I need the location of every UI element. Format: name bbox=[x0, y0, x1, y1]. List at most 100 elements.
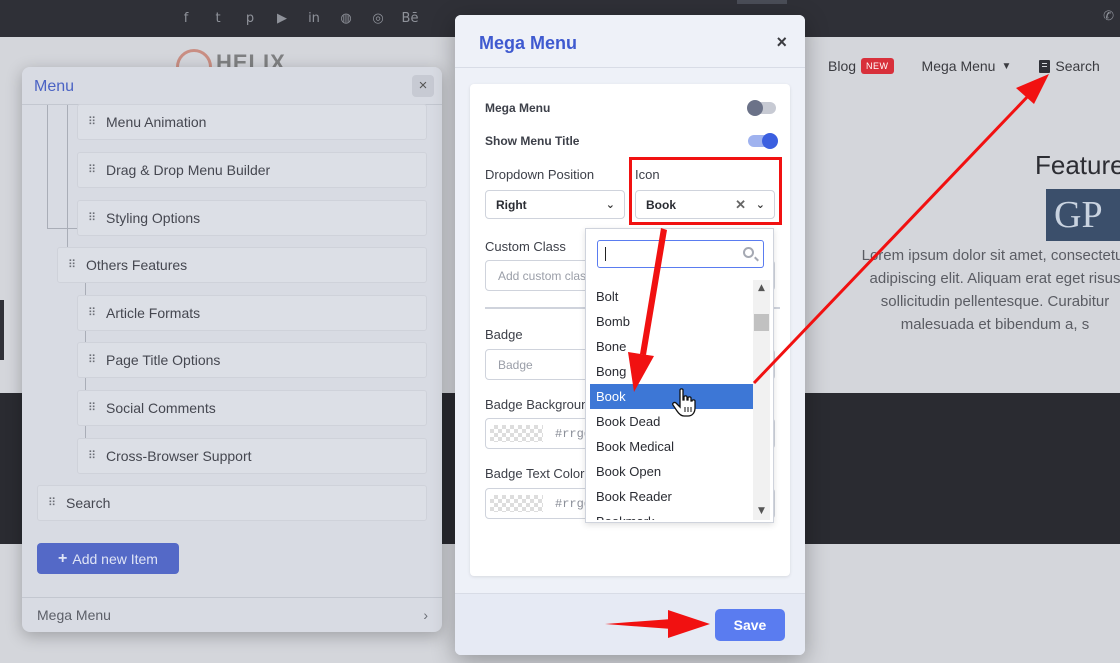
drag-handle-icon[interactable]: ⠿ bbox=[68, 259, 78, 271]
dribbble-icon[interactable]: ◍ bbox=[336, 9, 356, 29]
list-item[interactable]: Bong bbox=[590, 359, 753, 384]
nav-mega-menu-label: Mega Menu bbox=[921, 58, 996, 74]
icon-dropdown: Bolt Bomb Bone Bong Book Book Dead Book … bbox=[585, 228, 774, 523]
custom-class-placeholder: Add custom class bbox=[498, 268, 593, 283]
save-button[interactable]: Save bbox=[715, 609, 785, 641]
list-item[interactable]: Book Medical bbox=[590, 434, 753, 459]
toggle-knob bbox=[747, 100, 763, 116]
show-menu-title-toggle[interactable] bbox=[748, 133, 778, 149]
drag-handle-icon[interactable]: ⠿ bbox=[88, 354, 98, 366]
list-item[interactable]: Bone bbox=[590, 334, 753, 359]
scrollbar-thumb[interactable] bbox=[754, 314, 769, 331]
hand-cursor-icon bbox=[672, 388, 696, 417]
plus-icon: + bbox=[58, 549, 68, 567]
new-badge: NEW bbox=[861, 58, 894, 74]
menu-item-label: Article Formats bbox=[106, 305, 201, 321]
youtube-icon[interactable]: ▶ bbox=[272, 9, 292, 29]
custom-class-label: Custom Class bbox=[485, 239, 566, 254]
nav-item-mega-menu[interactable]: Mega Menu ▼ bbox=[922, 58, 1012, 74]
feature-heading: Feature bbox=[1035, 150, 1120, 180]
menu-footer-label: Mega Menu bbox=[37, 607, 111, 623]
drag-handle-icon[interactable]: ⠿ bbox=[88, 307, 98, 319]
list-item[interactable]: ⠿ Drag & Drop Menu Builder bbox=[77, 152, 427, 188]
drag-handle-icon[interactable]: ⠿ bbox=[48, 497, 58, 509]
twitter-icon[interactable]: t bbox=[208, 9, 228, 29]
menu-tree: ⠿ Menu Animation ⠿ Drag & Drop Menu Buil… bbox=[22, 104, 442, 545]
chevron-right-icon: › bbox=[423, 607, 428, 623]
list-item[interactable]: ⠿ Others Features bbox=[57, 247, 427, 283]
drag-handle-icon[interactable]: ⠿ bbox=[88, 450, 98, 462]
left-strip bbox=[0, 300, 4, 360]
menu-item-label: Menu Animation bbox=[106, 114, 207, 130]
list-item[interactable]: Bookmark bbox=[590, 509, 753, 520]
list-item[interactable]: Book Open bbox=[590, 459, 753, 484]
modal-footer: Save bbox=[455, 593, 805, 655]
menu-item-label: Styling Options bbox=[106, 210, 201, 226]
drag-handle-icon[interactable]: ⠿ bbox=[88, 164, 98, 176]
menu-item-label: Social Comments bbox=[106, 400, 216, 416]
menu-item-label: Search bbox=[66, 495, 111, 511]
badge-background-label: Badge Background bbox=[485, 397, 596, 412]
menu-item-label: Cross-Browser Support bbox=[106, 448, 252, 464]
mega-menu-toggle[interactable] bbox=[747, 100, 776, 116]
behance-icon[interactable]: Bē bbox=[400, 9, 420, 29]
scrollbar[interactable]: ▲ ▼ bbox=[753, 280, 770, 520]
menu-panel-title: Menu bbox=[34, 78, 75, 95]
close-icon[interactable]: × bbox=[776, 32, 787, 53]
tree-line bbox=[47, 228, 79, 229]
search-icon bbox=[743, 247, 754, 258]
badge-label: Badge bbox=[485, 327, 523, 342]
pinterest-icon[interactable]: p bbox=[240, 9, 260, 29]
text-caret bbox=[605, 247, 606, 261]
list-item[interactable]: ⠿ Social Comments bbox=[77, 390, 427, 426]
menu-item-label: Page Title Options bbox=[106, 352, 221, 368]
menu-item-label: Others Features bbox=[86, 257, 188, 273]
close-icon[interactable]: × bbox=[412, 75, 434, 97]
chevron-down-icon: ⌄ bbox=[605, 198, 615, 211]
color-swatch[interactable] bbox=[490, 425, 543, 442]
dropdown-position-select[interactable]: Right ⌄ bbox=[485, 190, 625, 219]
nav-search-label: Search bbox=[1055, 58, 1100, 74]
color-swatch[interactable] bbox=[490, 495, 543, 512]
list-item[interactable]: ⠿ Search bbox=[37, 485, 427, 521]
list-item[interactable]: ⠿ Menu Animation bbox=[77, 104, 427, 140]
drag-handle-icon[interactable]: ⠿ bbox=[88, 212, 98, 224]
dropdown-position-label: Dropdown Position bbox=[485, 167, 595, 182]
add-new-item-button[interactable]: + Add new Item bbox=[37, 543, 179, 574]
linkedin-icon[interactable]: in bbox=[304, 9, 324, 29]
menu-panel: Menu × ⠿ Menu Animation ⠿ Drag & Drop Me… bbox=[22, 67, 442, 632]
tree-line bbox=[47, 105, 48, 228]
nav-blog-label: Blog bbox=[828, 58, 857, 74]
list-item[interactable]: ⠿ Page Title Options bbox=[77, 342, 427, 378]
menu-panel-header: Menu × bbox=[22, 67, 442, 105]
gp-image: GP bbox=[1046, 189, 1120, 241]
drag-handle-icon[interactable]: ⠿ bbox=[88, 116, 98, 128]
list-item[interactable]: ⠿ Cross-Browser Support bbox=[77, 438, 427, 474]
badge-text-color-label: Badge Text Color bbox=[485, 466, 585, 481]
toggle-knob bbox=[762, 133, 778, 149]
list-item[interactable]: ⠿ Article Formats bbox=[77, 295, 427, 331]
topbar-tab bbox=[737, 0, 787, 4]
caret-down-icon: ▼ bbox=[1001, 60, 1012, 72]
modal-header: Mega Menu × bbox=[455, 15, 805, 68]
list-item[interactable]: Bolt bbox=[590, 284, 753, 309]
scroll-down-icon[interactable]: ▼ bbox=[753, 503, 770, 520]
icon-search-input[interactable] bbox=[597, 240, 764, 268]
drag-handle-icon[interactable]: ⠿ bbox=[88, 402, 98, 414]
nav-item-blog[interactable]: Blog NEW bbox=[828, 58, 894, 74]
dropdown-position-value: Right bbox=[496, 197, 527, 212]
menu-panel-footer[interactable]: Mega Menu › bbox=[22, 597, 442, 632]
badge-placeholder: Badge bbox=[498, 357, 533, 372]
list-item[interactable]: Bomb bbox=[590, 309, 753, 334]
add-new-item-label: Add new Item bbox=[72, 550, 158, 567]
facebook-icon[interactable]: f bbox=[176, 9, 196, 29]
book-icon bbox=[1039, 59, 1051, 73]
main-nav: Blog NEW Mega Menu ▼ Search bbox=[828, 58, 1100, 74]
list-item[interactable]: ⠿ Styling Options bbox=[77, 200, 427, 236]
list-item[interactable]: Book Reader bbox=[590, 484, 753, 509]
nav-item-search[interactable]: Search bbox=[1039, 58, 1100, 74]
instagram-icon[interactable]: ◎ bbox=[368, 9, 388, 29]
show-menu-title-label: Show Menu Title bbox=[485, 134, 580, 148]
scroll-up-icon[interactable]: ▲ bbox=[753, 280, 770, 297]
social-icons: f t p ▶ in ◍ ◎ Bē bbox=[176, 9, 420, 29]
